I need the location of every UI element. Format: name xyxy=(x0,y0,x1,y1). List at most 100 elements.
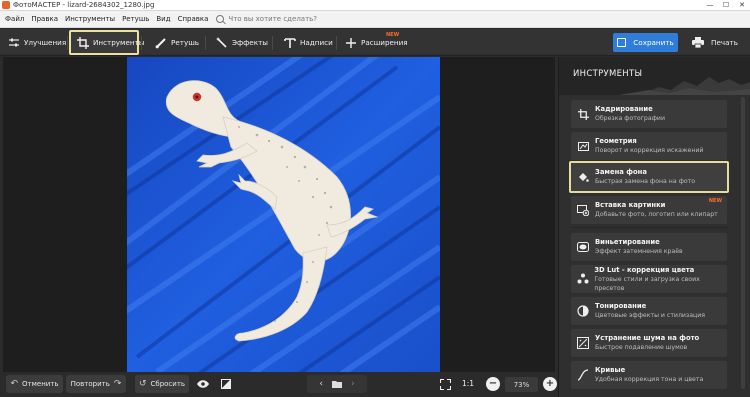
panel-header: ИНСТРУМЕНТЫ xyxy=(559,57,750,95)
tool-crop[interactable]: Кадрирование Обрезка фотографии xyxy=(571,100,727,128)
preview-eye-icon[interactable] xyxy=(196,377,210,391)
tool-background-replace[interactable]: Замена фона Быстрая замена фона на фото xyxy=(569,161,729,193)
app-logo-icon xyxy=(2,1,10,9)
compare-icon[interactable] xyxy=(219,377,233,391)
divider xyxy=(205,36,206,50)
search-icon xyxy=(216,15,225,23)
text-icon xyxy=(284,37,296,49)
crop-icon xyxy=(573,108,593,120)
search-box[interactable] xyxy=(216,15,369,23)
tab-text[interactable]: Надписи xyxy=(284,32,333,53)
print-button[interactable]: Печать xyxy=(684,33,746,52)
tool-desc: Быстрое подавление шумов xyxy=(595,344,688,351)
curves-icon xyxy=(573,369,593,381)
tab-label: Улучшения xyxy=(24,38,67,47)
tool-denoise[interactable]: Устранение шума на фото Быстрое подавлен… xyxy=(571,329,727,357)
close-button[interactable]: ✕ xyxy=(734,0,750,11)
tool-curves[interactable]: Кривые Удобная коррекция тона и цвета xyxy=(571,361,727,389)
bottom-bar: ↶ Отменить Повторить ↷ ↺ Сбросить ‹ › 1:… xyxy=(0,372,558,397)
tool-3d-lut[interactable]: 3D Lut - коррекция цвета Готовые стили и… xyxy=(571,265,727,293)
printer-icon xyxy=(692,37,705,48)
photo-preview[interactable] xyxy=(127,57,440,372)
tool-text: Вставка картинки Добавьте фото, логотип … xyxy=(595,201,718,219)
tool-desc: Поворот и коррекция искажений xyxy=(595,147,704,154)
tab-tools[interactable]: Инструменты xyxy=(69,30,144,55)
insert-image-icon xyxy=(573,204,593,216)
tool-desc: Обрезка фотографии xyxy=(595,115,665,122)
prev-image-icon[interactable]: ‹ xyxy=(319,379,323,389)
tab-effects[interactable]: Эффекты xyxy=(216,32,268,53)
fit-screen-icon[interactable] xyxy=(438,377,452,391)
panel-scrollbar[interactable] xyxy=(741,97,745,389)
paint-bucket-icon xyxy=(573,171,593,183)
tool-insert-image[interactable]: Вставка картинки Добавьте фото, логотип … xyxy=(571,196,727,224)
lizard-photo xyxy=(127,57,440,372)
next-image-icon[interactable]: › xyxy=(351,379,355,389)
tool-vignette[interactable]: Виньетирование Эффект затемнения краёв xyxy=(571,233,727,261)
search-input[interactable] xyxy=(228,15,369,23)
tool-title: Кривые xyxy=(595,366,626,374)
redo-button[interactable]: Повторить ↷ xyxy=(66,375,126,393)
tool-title: Вставка картинки xyxy=(595,201,666,209)
tool-text: 3D Lut - коррекция цвета Готовые стили и… xyxy=(594,266,727,293)
lut-icon xyxy=(573,273,592,285)
reset-label: Сбросить xyxy=(150,380,186,388)
crop-icon xyxy=(77,36,89,49)
toning-icon xyxy=(573,305,593,317)
sliders-icon xyxy=(8,37,20,49)
menu-retouch[interactable]: Ретушь xyxy=(122,15,149,23)
panel-title: ИНСТРУМЕНТЫ xyxy=(573,69,643,79)
menu-view[interactable]: Вид xyxy=(156,15,170,23)
tool-title: Устранение шума на фото xyxy=(595,334,700,342)
tool-desc: Добавьте фото, логотип или клипарт xyxy=(595,211,718,218)
redo-label: Повторить xyxy=(70,380,110,388)
tool-title: Геометрия xyxy=(595,137,637,145)
menu-file[interactable]: Файл xyxy=(5,15,24,23)
zoom-level[interactable]: 73% xyxy=(505,377,538,392)
tool-desc: Удобная коррекция тона и цвета xyxy=(595,376,704,383)
actual-size-button[interactable]: 1:1 xyxy=(462,379,474,388)
save-icon xyxy=(617,38,627,47)
tool-geometry[interactable]: Геометрия Поворот и коррекция искажений xyxy=(571,132,727,160)
tab-enhancements[interactable]: Улучшения xyxy=(8,32,66,53)
brush-icon xyxy=(155,37,167,49)
new-badge: NEW xyxy=(708,198,722,204)
tool-text: Геометрия Поворот и коррекция искажений xyxy=(595,137,703,155)
menu-help[interactable]: Справка xyxy=(178,15,209,23)
reset-button[interactable]: ↺ Сбросить xyxy=(135,375,189,393)
tool-title: Замена фона xyxy=(595,168,647,176)
tool-text: Кривые Удобная коррекция тона и цвета xyxy=(595,366,703,384)
undo-icon: ↶ xyxy=(10,379,19,389)
menu-tools[interactable]: Инструменты xyxy=(65,15,115,23)
tool-title: 3D Lut - коррекция цвета xyxy=(594,265,695,274)
save-label: Сохранить xyxy=(633,38,674,47)
folder-icon[interactable] xyxy=(332,380,342,388)
tool-text: Устранение шума на фото Быстрое подавлен… xyxy=(595,334,699,352)
app-window: ФотоМАСТЕР - lizard-2684302_1280.jpg — ☐… xyxy=(0,0,750,397)
zoom-in-button[interactable]: + xyxy=(543,377,557,391)
vignette-icon xyxy=(573,242,593,252)
minimize-button[interactable]: — xyxy=(702,0,718,11)
undo-button[interactable]: ↶ Отменить xyxy=(6,375,63,393)
new-badge: NEW xyxy=(386,32,400,38)
menu-edit[interactable]: Правка xyxy=(31,15,58,23)
tool-title: Виньетирование xyxy=(595,238,660,246)
zoom-out-button[interactable]: − xyxy=(486,377,500,391)
divider xyxy=(336,36,337,50)
tool-text: Тонирование Цветовые эффекты и стилизаци… xyxy=(595,302,705,320)
print-label: Печать xyxy=(711,38,738,47)
divider xyxy=(67,36,68,50)
tool-title: Кадрирование xyxy=(595,105,653,113)
tool-desc: Быстрая замена фона на фото xyxy=(595,178,696,185)
maximize-button[interactable]: ☐ xyxy=(718,0,734,11)
image-navigation: ‹ › xyxy=(307,375,367,393)
tool-toning[interactable]: Тонирование Цветовые эффекты и стилизаци… xyxy=(571,297,727,325)
tab-retouch[interactable]: Ретушь xyxy=(155,32,199,53)
save-button[interactable]: Сохранить xyxy=(613,33,678,52)
tool-desc: Эффект затемнения краёв xyxy=(595,248,683,255)
divider xyxy=(272,36,273,50)
menu-bar: Файл Правка Инструменты Ретушь Вид Справ… xyxy=(0,11,750,28)
canvas-area[interactable] xyxy=(3,57,555,372)
title-bar: ФотоМАСТЕР - lizard-2684302_1280.jpg — ☐… xyxy=(0,0,750,11)
window-title: ФотоМАСТЕР - lizard-2684302_1280.jpg xyxy=(13,0,155,9)
